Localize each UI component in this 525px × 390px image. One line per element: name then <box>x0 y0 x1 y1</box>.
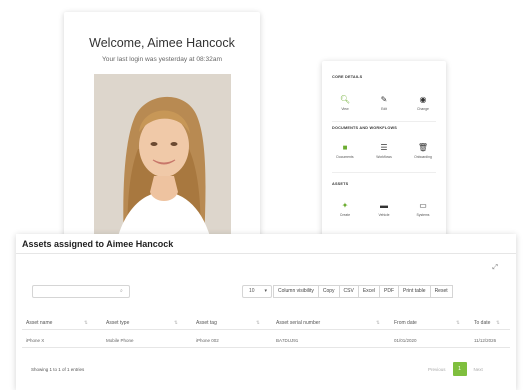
trash-icon: 🗑︎ <box>417 143 429 152</box>
col-asset-type[interactable]: Asset type ⇅ <box>106 320 178 326</box>
page-1-button[interactable]: 1 <box>452 362 467 376</box>
sort-icon: ⇅ <box>496 320 500 325</box>
systems-label: Systems <box>416 213 430 217</box>
assets-title: Assets assigned to Aimee Hancock <box>22 239 174 249</box>
print-table-button[interactable]: Print table <box>398 285 431 298</box>
col-asset-tag[interactable]: Asset tag ⇅ <box>196 320 260 326</box>
tag-icon: ✦ <box>341 201 349 210</box>
car-icon: ▬ <box>380 201 388 210</box>
cell-to-date: 11/12/2026 <box>474 338 497 343</box>
pagination: Previous 1 Next <box>424 362 487 376</box>
col-from-date[interactable]: From date ⇅ <box>394 320 460 326</box>
panel-divider <box>16 253 516 254</box>
systems-action[interactable]: ▭ Systems <box>408 201 438 217</box>
cell-asset-tag: iPhone 002 <box>196 338 219 343</box>
search-icon: ⌕ <box>120 288 123 294</box>
pencil-icon: ✎ <box>380 95 388 104</box>
column-visibility-button[interactable]: Column visibility <box>273 285 319 298</box>
csv-button[interactable]: CSV <box>338 285 359 298</box>
last-login-text: Your last login was yesterday at 08:32am <box>102 56 222 63</box>
table-toolbar: Column visibility Copy CSV Excel PDF Pri… <box>273 285 453 298</box>
sort-icon: ⇅ <box>174 320 178 325</box>
chevron-down-icon: ▾ <box>264 288 267 294</box>
documents-heading: DOCUMENTS AND WORKFLOWS <box>332 126 397 130</box>
table-row[interactable]: iPhone X Mobile Phone iPhone 002 BA7DUJ9… <box>22 334 510 348</box>
view-action[interactable]: 🔍︎ View <box>330 95 360 111</box>
create-asset-action[interactable]: ✦ Create <box>330 201 360 217</box>
onboarding-label: Onboarding <box>414 155 432 159</box>
vehicle-action[interactable]: ▬ Vehicle <box>369 201 399 217</box>
laptop-icon: ▭ <box>419 201 427 210</box>
cell-from-date: 01/01/2020 <box>394 338 417 343</box>
eye-icon: ◉ <box>419 95 427 104</box>
table-header: Asset name ⇅ Asset type ⇅ Asset tag ⇅ Asset… <box>22 318 510 330</box>
onboarding-action[interactable]: 🗑︎ Onboarding <box>408 143 438 159</box>
edit-action[interactable]: ✎ Edit <box>369 95 399 111</box>
copy-button[interactable]: Copy <box>317 285 340 298</box>
section-divider <box>332 172 436 173</box>
assets-panel: Assets assigned to Aimee Hancock ⤢ ⌕ 10 … <box>16 234 516 390</box>
documents-label: Documents <box>336 155 354 159</box>
page-length-select[interactable]: 10 ▾ <box>242 285 272 298</box>
create-label: Create <box>339 213 351 217</box>
profile-photo <box>94 74 231 244</box>
excel-button[interactable]: Excel <box>357 285 381 298</box>
cell-asset-type: Mobile Phone <box>106 338 134 343</box>
core-details-heading: CORE DETAILS <box>332 75 363 79</box>
search-icon: 🔍︎ <box>339 95 351 104</box>
section-divider <box>332 121 436 122</box>
col-serial-number[interactable]: Asset serial number ⇅ <box>276 320 380 326</box>
vehicle-label: Vehicle <box>378 213 390 217</box>
document-icon: ■ <box>342 143 348 152</box>
change-label: Change <box>417 107 429 111</box>
next-page-button[interactable]: Next <box>470 367 487 372</box>
previous-page-button[interactable]: Previous <box>424 367 450 372</box>
workflows-label: Workflows <box>376 155 392 159</box>
page-length-value: 10 <box>249 288 255 294</box>
assets-heading: ASSETS <box>332 182 349 186</box>
edit-label: Edit <box>381 107 387 111</box>
sort-icon: ⇅ <box>456 320 460 325</box>
welcome-card: Welcome, Aimee Hancock Your last login w… <box>64 12 260 244</box>
actions-card: CORE DETAILS 🔍︎ View ✎ Edit ◉ Change DOC… <box>322 61 446 241</box>
view-label: View <box>341 107 349 111</box>
welcome-title: Welcome, Aimee Hancock <box>89 36 235 50</box>
sort-icon: ⇅ <box>256 320 260 325</box>
reset-button[interactable]: Reset <box>429 285 453 298</box>
search-input[interactable] <box>32 285 130 298</box>
expand-icon[interactable]: ⤢ <box>492 264 498 272</box>
documents-action[interactable]: ■ Documents <box>330 143 360 159</box>
col-to-date[interactable]: To date ⇅ <box>474 320 500 326</box>
col-asset-name[interactable]: Asset name ⇅ <box>26 320 88 326</box>
sort-icon: ⇅ <box>376 320 380 325</box>
list-icon: ☰ <box>380 143 388 152</box>
cell-serial-number: BA7DUJ91 <box>276 338 299 343</box>
pdf-button[interactable]: PDF <box>379 285 400 298</box>
sort-icon: ⇅ <box>84 320 88 325</box>
change-action[interactable]: ◉ Change <box>408 95 438 111</box>
entries-info: Showing 1 to 1 of 1 entries <box>31 367 85 372</box>
cell-asset-name: iPhone X <box>26 338 45 343</box>
workflows-action[interactable]: ☰ Workflows <box>369 143 399 159</box>
